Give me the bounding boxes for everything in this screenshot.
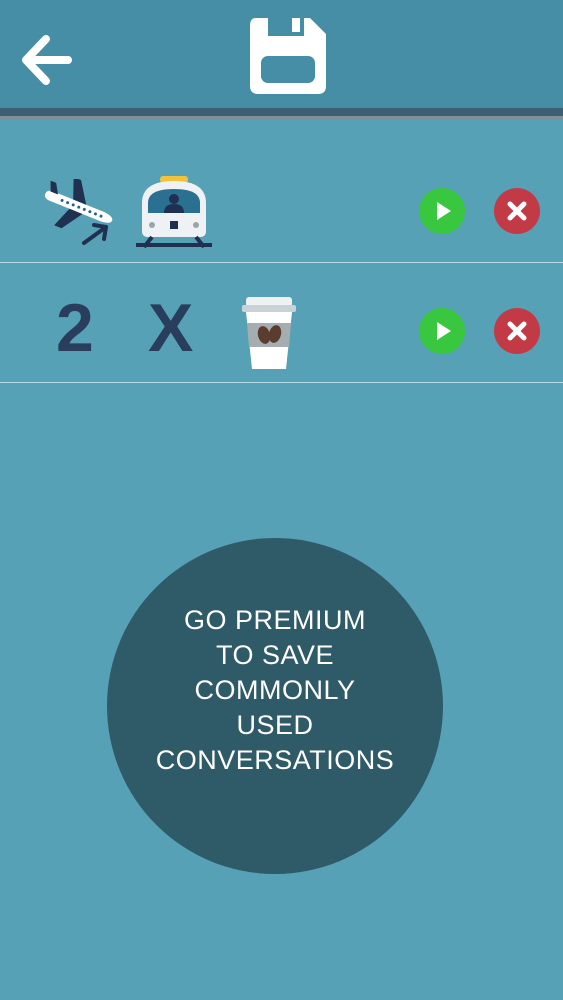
delete-button[interactable]	[494, 188, 540, 234]
go-premium-button[interactable]: GO PREMIUM TO SAVE COMMONLY USED CONVERS…	[107, 538, 443, 874]
close-icon	[507, 201, 527, 221]
premium-line: TO SAVE	[215, 640, 335, 670]
coffee-cup-icon	[242, 297, 296, 369]
play-button[interactable]	[419, 308, 465, 354]
train-icon	[136, 176, 212, 249]
row-divider	[0, 262, 563, 263]
row-divider	[0, 382, 563, 383]
close-icon	[507, 321, 527, 341]
airplane-landing-icon	[44, 179, 113, 245]
premium-line: CONVERSATIONS	[155, 745, 395, 775]
back-button[interactable]	[20, 34, 76, 86]
premium-line: GO PREMIUM	[183, 605, 366, 635]
multiplier-text: X	[148, 290, 194, 366]
conversation-row	[0, 147, 563, 265]
premium-line: COMMONLY	[194, 675, 356, 705]
quantity-text: 2	[56, 290, 94, 366]
floppy-disk-icon	[250, 18, 326, 94]
save-button[interactable]	[248, 16, 328, 96]
delete-button[interactable]	[494, 308, 540, 354]
top-bar	[0, 0, 563, 108]
play-icon	[437, 322, 451, 340]
header-divider	[0, 108, 563, 120]
arrow-left-icon	[22, 35, 72, 85]
play-icon	[437, 202, 451, 220]
premium-message: GO PREMIUM TO SAVE COMMONLY USED CONVERS…	[107, 603, 443, 778]
conversation-row: 2 X	[0, 265, 563, 383]
premium-line: USED	[236, 710, 314, 740]
play-button[interactable]	[419, 188, 465, 234]
